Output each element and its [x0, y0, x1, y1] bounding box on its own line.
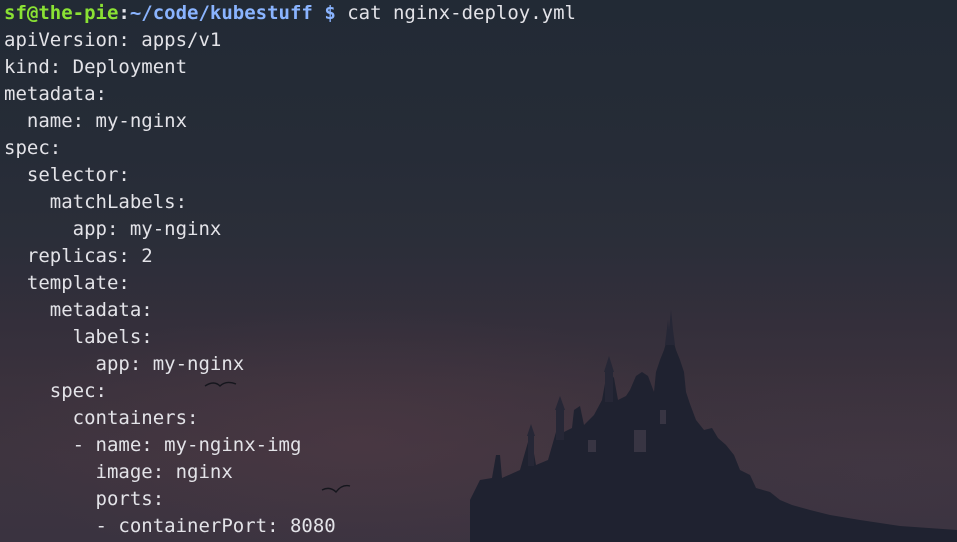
output-line: containers:: [4, 407, 199, 429]
output-line: image: nginx: [4, 461, 233, 483]
output-line: ports:: [4, 488, 165, 510]
output-line: - name: my-nginx-img: [4, 434, 302, 456]
output-line: spec:: [4, 137, 62, 159]
output-line: app: my-nginx: [4, 353, 245, 375]
prompt-cwd: ~/code/kubestuff: [129, 2, 313, 24]
prompt-command: cat nginx-deploy.yml: [335, 2, 576, 24]
output-line: app: my-nginx: [4, 218, 222, 240]
prompt-separator: :: [118, 2, 130, 24]
output-line: metadata:: [4, 83, 107, 105]
output-line: selector:: [4, 164, 130, 186]
output-line: template:: [4, 272, 130, 294]
output-line: name: my-nginx: [4, 110, 188, 132]
prompt-line: sf@the-pie:~/code/kubestuff $ cat nginx-…: [4, 0, 953, 27]
output-line: matchLabels:: [4, 191, 188, 213]
output-line: labels:: [4, 326, 153, 348]
prompt-symbol: $: [324, 2, 336, 24]
prompt-user-host: sf@the-pie: [4, 2, 119, 24]
terminal-window[interactable]: sf@the-pie:~/code/kubestuff $ cat nginx-…: [4, 0, 953, 540]
output-line: metadata:: [4, 299, 153, 321]
output-line: replicas: 2: [4, 245, 153, 267]
output-line: spec:: [4, 380, 107, 402]
output-line: - containerPort: 8080: [4, 515, 336, 537]
output-line: kind: Deployment: [4, 56, 188, 78]
output-line: apiVersion: apps/v1: [4, 29, 222, 51]
